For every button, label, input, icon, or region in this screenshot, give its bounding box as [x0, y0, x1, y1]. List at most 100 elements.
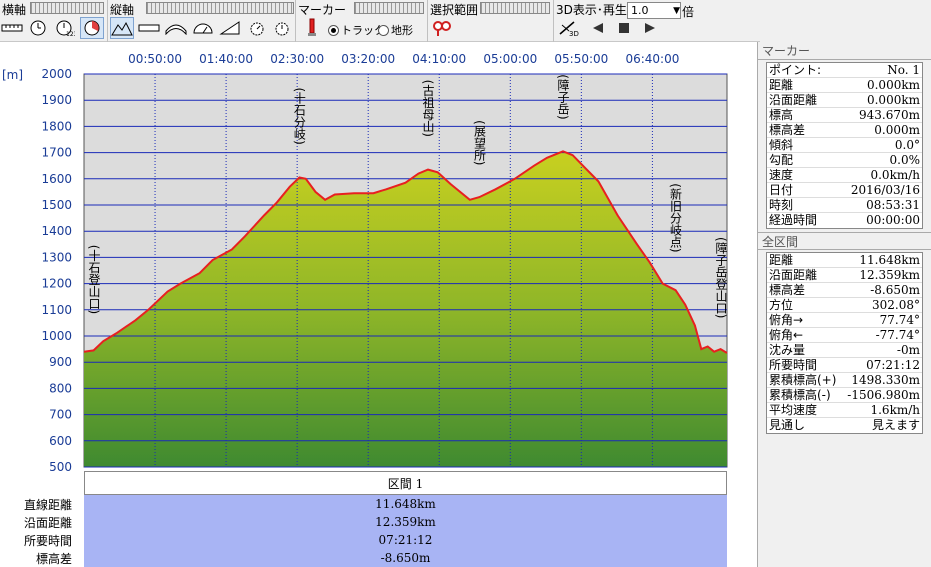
vertical-axis-label: 縦軸: [110, 3, 135, 17]
waypoint-text: (障子岳登山口): [714, 237, 728, 318]
elevation-profile-button[interactable]: [110, 17, 134, 39]
info-label: 距離: [769, 78, 794, 92]
info-value: 12.359km: [859, 268, 920, 282]
info-label: ポイント:: [769, 63, 822, 77]
horizontal-axis-slider[interactable]: [30, 2, 104, 14]
info-value: 0.000km: [866, 78, 920, 92]
y-tick-label: 1700: [41, 146, 72, 160]
info-value: 943.670m: [858, 108, 920, 122]
summary-row: 標高差 -8.650m: [0, 549, 757, 567]
waypoint-text: (十石分岐): [292, 87, 306, 144]
time-range-button[interactable]: [80, 17, 104, 39]
marker-pin-button[interactable]: [300, 17, 324, 39]
selection-slider[interactable]: [480, 2, 550, 14]
info-row: 見通し 見えます: [767, 418, 922, 433]
info-value: 77.74°: [879, 313, 920, 327]
terrain-radio-dot: [378, 24, 389, 36]
vertical-axis-slider[interactable]: [146, 2, 294, 14]
play-back-button[interactable]: [586, 17, 610, 39]
time-axis-button[interactable]: [26, 17, 50, 39]
info-label: 時刻: [769, 198, 794, 212]
x-tick-label: 00:50:00: [128, 52, 182, 66]
distance-axis-button[interactable]: [0, 17, 24, 39]
speed-gauge-button[interactable]: [191, 17, 215, 39]
curve-scale-button[interactable]: [164, 17, 188, 39]
selection-range-button[interactable]: [430, 17, 454, 39]
x-tick-label: 02:30:00: [270, 52, 324, 66]
info-label: 所要時間: [769, 358, 818, 372]
info-label: 経過時間: [769, 213, 818, 227]
range-panel-title: 全区間: [758, 232, 931, 250]
slope-icon: [219, 21, 240, 35]
toolbar: 横軸 123 縦軸: [0, 0, 760, 42]
waypoint-label: (障子岳登山口): [714, 237, 728, 318]
info-value: 1.6km/h: [870, 403, 920, 417]
waypoint-text: (十石登山口): [87, 245, 101, 314]
elapsed-time-button[interactable]: 123: [53, 17, 77, 39]
flat-scale-button[interactable]: [137, 17, 161, 39]
info-label: 沈み量: [769, 343, 806, 357]
play-forward-button[interactable]: [638, 17, 662, 39]
info-value: 302.08°: [872, 298, 920, 312]
info-row: ポイント: No. 1: [767, 63, 922, 78]
x-tick-label: 03:20:00: [341, 52, 395, 66]
stop-button[interactable]: [612, 17, 636, 39]
summary-value: -8.650m: [380, 551, 431, 565]
clock-count-icon: 123: [56, 20, 75, 37]
y-tick-label: 1800: [41, 119, 72, 133]
info-row: 沈み量 -0m: [767, 343, 922, 358]
info-value: 1498.330m: [851, 373, 920, 387]
summary-value-cell: 12.359km: [84, 513, 727, 531]
curved-ruler-icon: [165, 24, 187, 35]
info-label: 沿面距離: [769, 268, 818, 282]
timer-icon: [275, 22, 289, 36]
waypoint-text: (障子岳): [556, 74, 570, 119]
mountain-icon: [111, 21, 133, 36]
speed-value: 1.0: [631, 4, 649, 17]
speed-unit: 倍: [682, 5, 695, 19]
info-row: 累積標高(-) -1506.980m: [767, 388, 922, 403]
info-row: 傾斜 0.0°: [767, 138, 922, 153]
3d-view-button[interactable]: 3D: [556, 17, 580, 39]
info-value: 見えます: [871, 418, 920, 432]
track-radio[interactable]: トラック: [328, 22, 385, 38]
y-tick-label: 1500: [41, 198, 72, 212]
section-header[interactable]: 区間 1: [84, 471, 727, 495]
speed-button[interactable]: [245, 17, 269, 39]
info-row: 沿面距離 12.359km: [767, 268, 922, 283]
info-value: 00:00:00: [866, 213, 920, 227]
summary-value-cell: 11.648km: [84, 495, 727, 513]
y-tick-label: 800: [49, 381, 72, 395]
waypoint-label: (障子岳): [556, 74, 570, 119]
play-back-icon: [593, 23, 603, 33]
marker-slider[interactable]: [354, 2, 424, 14]
info-label: 勾配: [769, 153, 794, 167]
summary-value: 12.359km: [375, 515, 436, 529]
stop-icon: [619, 23, 629, 33]
y-tick-label: 1000: [41, 329, 72, 343]
info-row: 平均速度 1.6km/h: [767, 403, 922, 418]
clock-icon: [30, 20, 46, 36]
info-row: 経過時間 00:00:00: [767, 213, 922, 228]
track-radio-dot: [328, 24, 339, 36]
timer-button[interactable]: [270, 17, 294, 39]
slope-button[interactable]: [218, 17, 242, 39]
y-tick-label: 1900: [41, 93, 72, 107]
info-label: 速度: [769, 168, 794, 182]
info-label: 距離: [769, 253, 794, 267]
y-tick-label: 1200: [41, 277, 72, 291]
info-value: 2016/03/16: [850, 183, 920, 197]
stopwatch-icon: [250, 22, 264, 36]
summary-value-cell: 07:21:12: [84, 531, 727, 549]
info-label: 俯角→: [769, 313, 804, 327]
info-value: 0.000m: [874, 123, 920, 137]
info-value: 08:53:31: [866, 198, 920, 212]
svg-text:3D: 3D: [569, 30, 579, 37]
unit-label: [m]: [2, 68, 23, 82]
summary-label: 沿面距離: [23, 516, 72, 530]
ruler-icon: [138, 24, 160, 32]
elevation-chart-area: [m] 00:50:00 01:40:00 02:30:00 03:20:00 04:1…: [0, 42, 757, 567]
summary-label: 標高差: [35, 552, 72, 566]
terrain-radio[interactable]: 地形: [378, 22, 413, 38]
gauge-icon: [193, 23, 213, 34]
